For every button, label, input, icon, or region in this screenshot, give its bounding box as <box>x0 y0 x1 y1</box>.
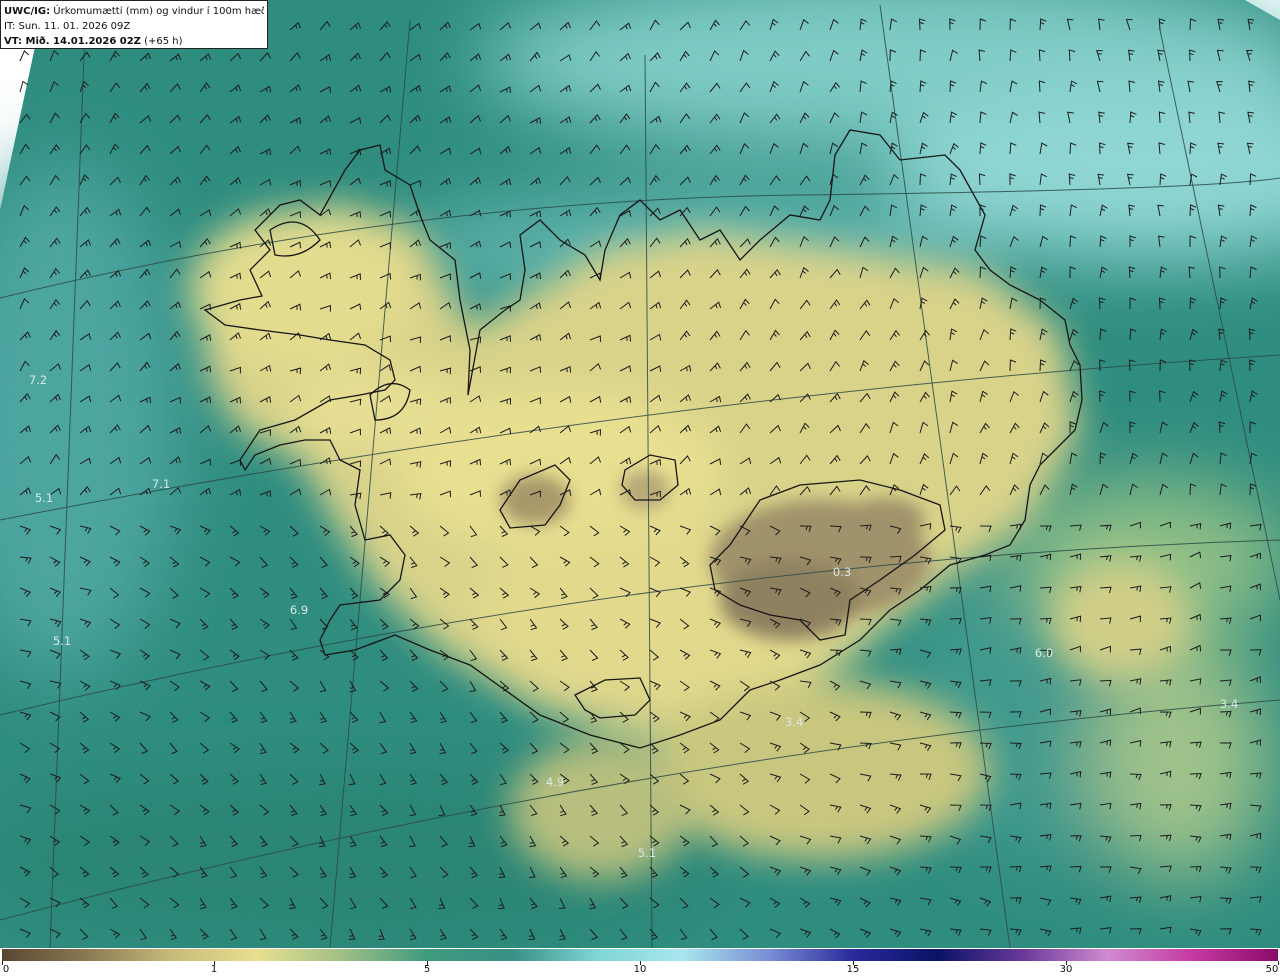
issue-time: IT: Sun. 11. 01. 2026 09Z <box>4 21 131 32</box>
precip-value-label: 3.4 <box>784 715 804 729</box>
colorbar-tick-label: 5 <box>423 964 431 975</box>
colorbar-tick-label: 30 <box>1059 964 1073 975</box>
colorbar-strip <box>2 949 1278 961</box>
precip-value-label: 5.1 <box>52 634 72 648</box>
precip-value-label: 6.9 <box>289 603 309 617</box>
colorbar: 0 1 5 10 15 30 50 <box>0 948 1280 978</box>
precip-value-label: 6.0 <box>1034 646 1054 660</box>
title-line: UWC/IG: Úrkomumætti (mm) og vindur í 100… <box>4 4 264 19</box>
precip-value-label: 0.3 <box>832 565 852 579</box>
valid-line: VT: Mið. 14.01.2026 02Z (+65 h) <box>4 34 264 49</box>
precip-value-label: 5.1 <box>34 491 54 505</box>
precip-value-label: 7.2 <box>28 373 48 387</box>
precip-value-label: 3.4 <box>1219 697 1239 711</box>
valid-time: VT: Mið. 14.01.2026 02Z <box>4 36 141 47</box>
colorbar-tick-label: 1 <box>210 964 218 975</box>
colorbar-tick-label: 0 <box>2 964 10 975</box>
colorbar-tick-label: 15 <box>846 964 860 975</box>
colorbar-tick-label: 10 <box>633 964 647 975</box>
map-canvas <box>0 0 1280 948</box>
precip-value-label: 7.1 <box>151 477 171 491</box>
forecast-map <box>0 0 1280 948</box>
colorbar-tick-label: 50 <box>1265 964 1279 975</box>
map-title: Úrkomumætti (mm) og vindur í 100m hæð <box>53 6 264 17</box>
precip-value-label: 4.9 <box>545 775 565 789</box>
precip-value-label: 5.1 <box>637 846 657 860</box>
model-name: UWC/IG: <box>4 6 51 17</box>
lead-time: (+65 h) <box>144 36 183 47</box>
map-info-box: UWC/IG: Úrkomumætti (mm) og vindur í 100… <box>0 0 268 49</box>
